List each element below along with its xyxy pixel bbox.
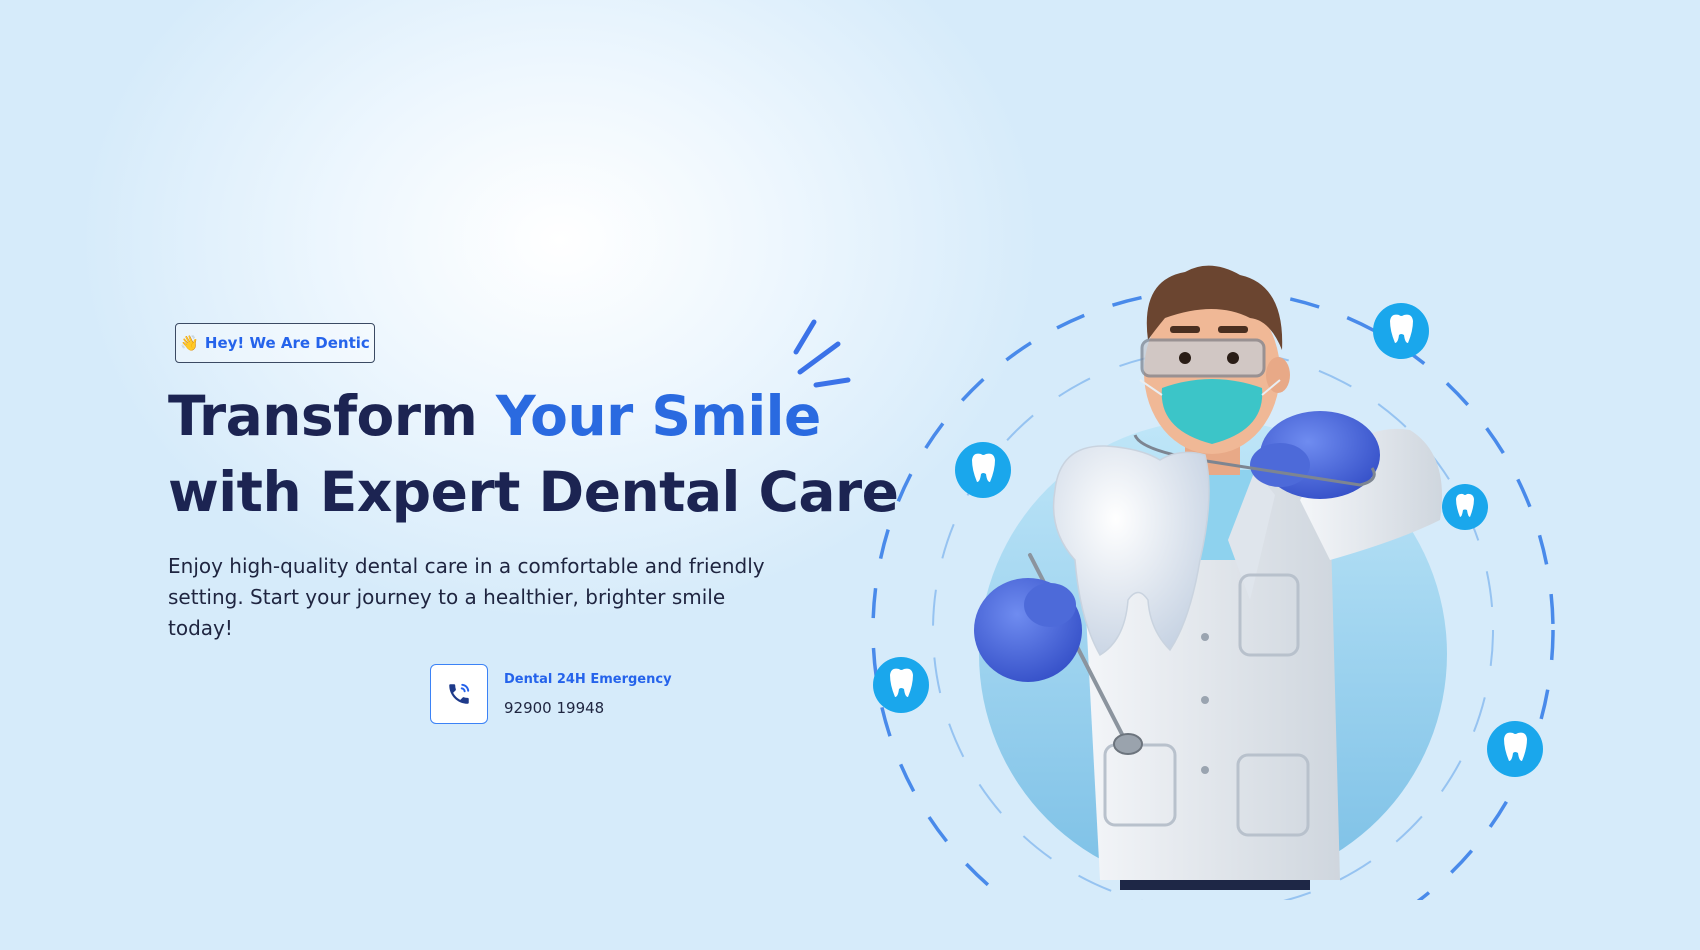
- intro-badge-text: Hey! We Are Dentic: [204, 334, 370, 352]
- sparkle-lines-icon: [793, 319, 851, 388]
- glove-fingers: [1250, 443, 1310, 487]
- dental-mirror-head: [1113, 733, 1143, 755]
- dentist-eye: [1179, 352, 1191, 364]
- coat-button: [1201, 633, 1209, 641]
- hero-title: Transform Your Smile with Expert Dental …: [168, 378, 899, 530]
- emergency-label: Dental 24H Emergency: [504, 671, 672, 687]
- hero-title-part1: Transform: [168, 384, 496, 448]
- dentist-eyebrow: [1170, 326, 1200, 333]
- coat-button: [1201, 696, 1209, 704]
- dentist-safety-glasses: [1140, 338, 1266, 378]
- phone-icon: [449, 683, 470, 704]
- tooth-badge: [1442, 484, 1488, 530]
- glove-fingers: [1024, 583, 1076, 627]
- dentist-illustration: [871, 265, 1555, 900]
- tooth-badge: [873, 657, 929, 713]
- tooth-badge: [955, 442, 1011, 498]
- dentist-eye: [1227, 352, 1239, 364]
- hero-title-line2: with Expert Dental Care: [168, 460, 899, 524]
- hero-description: Enjoy high-quality dental care in a comf…: [168, 554, 765, 640]
- hero-title-accent: Your Smile: [495, 384, 821, 448]
- emergency-contact[interactable]: Dental 24H Emergency 92900 19948: [430, 664, 672, 724]
- phone-button[interactable]: [430, 664, 488, 724]
- waving-hand-icon: 👋: [180, 334, 199, 352]
- tooth-badge: [1373, 303, 1429, 359]
- hero-section: 👋 Hey! We Are Dentic Transform Your Smil…: [0, 0, 1700, 950]
- coat-button: [1201, 766, 1209, 774]
- emergency-phone-number[interactable]: 92900 19948: [504, 699, 672, 717]
- emergency-text: Dental 24H Emergency 92900 19948: [504, 672, 672, 717]
- intro-badge: 👋 Hey! We Are Dentic: [175, 323, 375, 363]
- tooth-badge: [1487, 721, 1543, 777]
- dentist-eyebrow: [1218, 326, 1248, 333]
